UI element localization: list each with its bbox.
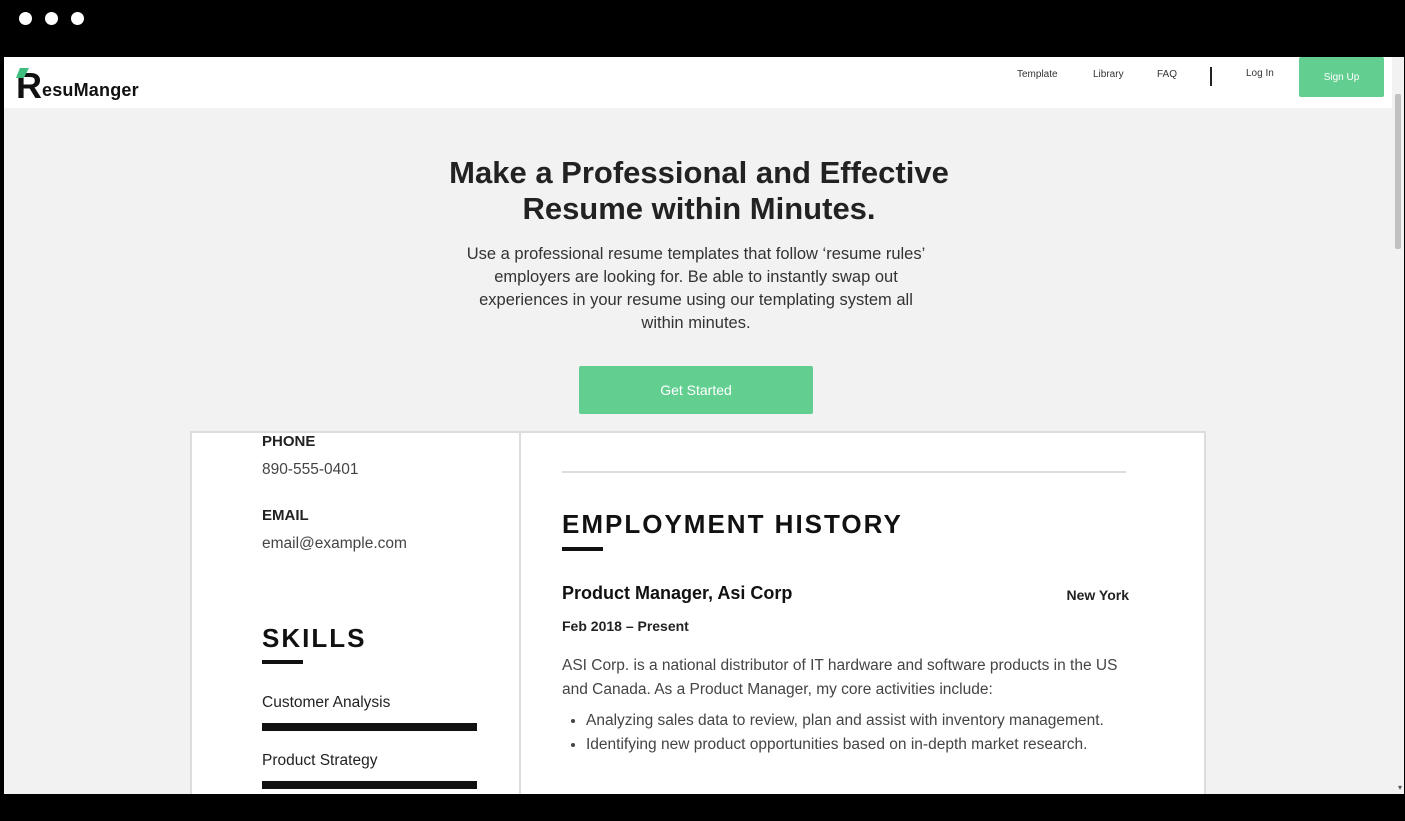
list-item: Identifying new product opportunities ba… [586,733,1146,757]
navbar: R esuManger Template Library FAQ Log In … [4,57,1392,108]
window-dot-minimize[interactable] [45,12,58,25]
resume-main: EMPLOYMENT HISTORY Product Manager, Asi … [521,433,1204,794]
nav-link-faq[interactable]: FAQ [1157,69,1177,80]
job-bullets: Analyzing sales data to review, plan and… [562,709,1146,757]
skill-level-bar [262,723,477,731]
hero-title-line2: Resume within Minutes. [522,191,876,226]
hero-title-line1: Make a Professional and Effective [449,155,949,190]
job-dates: Feb 2018 – Present [562,618,689,634]
hero-subtitle: Use a professional resume templates that… [466,245,926,332]
resume-preview: PHONE 890-555-0401 EMAIL email@example.c… [190,431,1206,794]
employment-heading: EMPLOYMENT HISTORY [562,509,903,539]
skill-name: Product Strategy [262,752,378,769]
skill-level-bar [262,781,477,789]
window-dot-close[interactable] [19,12,32,25]
job-location: New York [1066,587,1129,603]
login-link[interactable]: Log In [1246,68,1274,79]
phone-label: PHONE [262,433,316,450]
job-description: ASI Corp. is a national distributor of I… [562,657,1118,698]
skills-underline [262,660,303,664]
window-controls [19,12,84,25]
email-value: email@example.com [262,535,407,552]
skills-heading: SKILLS [262,623,367,653]
phone-value: 890-555-0401 [262,461,359,478]
nav-link-library[interactable]: Library [1093,69,1124,80]
window-dot-maximize[interactable] [71,12,84,25]
logo-initial: R [16,65,42,106]
job-title: Product Manager, Asi Corp [562,583,793,603]
logo-text: esuManger [42,80,139,100]
resume-sidebar: PHONE 890-555-0401 EMAIL email@example.c… [192,433,521,794]
browser-viewport: R esuManger Template Library FAQ Log In … [4,57,1404,794]
hero-title: Make a Professional and Effective Resume… [4,155,1394,227]
list-item: Analyzing sales data to review, plan and… [586,709,1146,733]
email-label: EMAIL [262,507,309,524]
nav-divider [1210,67,1212,86]
scrollbar[interactable] [1394,94,1402,794]
nav-link-template[interactable]: Template [1017,69,1058,80]
section-divider [562,471,1126,473]
scroll-down-icon[interactable]: ▾ [1398,783,1402,792]
signup-button[interactable]: Sign Up [1299,57,1384,97]
skill-name: Customer Analysis [262,694,391,711]
employment-underline [562,547,603,551]
get-started-button[interactable]: Get Started [579,366,813,414]
logo[interactable]: R esuManger [16,63,139,106]
scrollbar-thumb[interactable] [1395,94,1401,249]
